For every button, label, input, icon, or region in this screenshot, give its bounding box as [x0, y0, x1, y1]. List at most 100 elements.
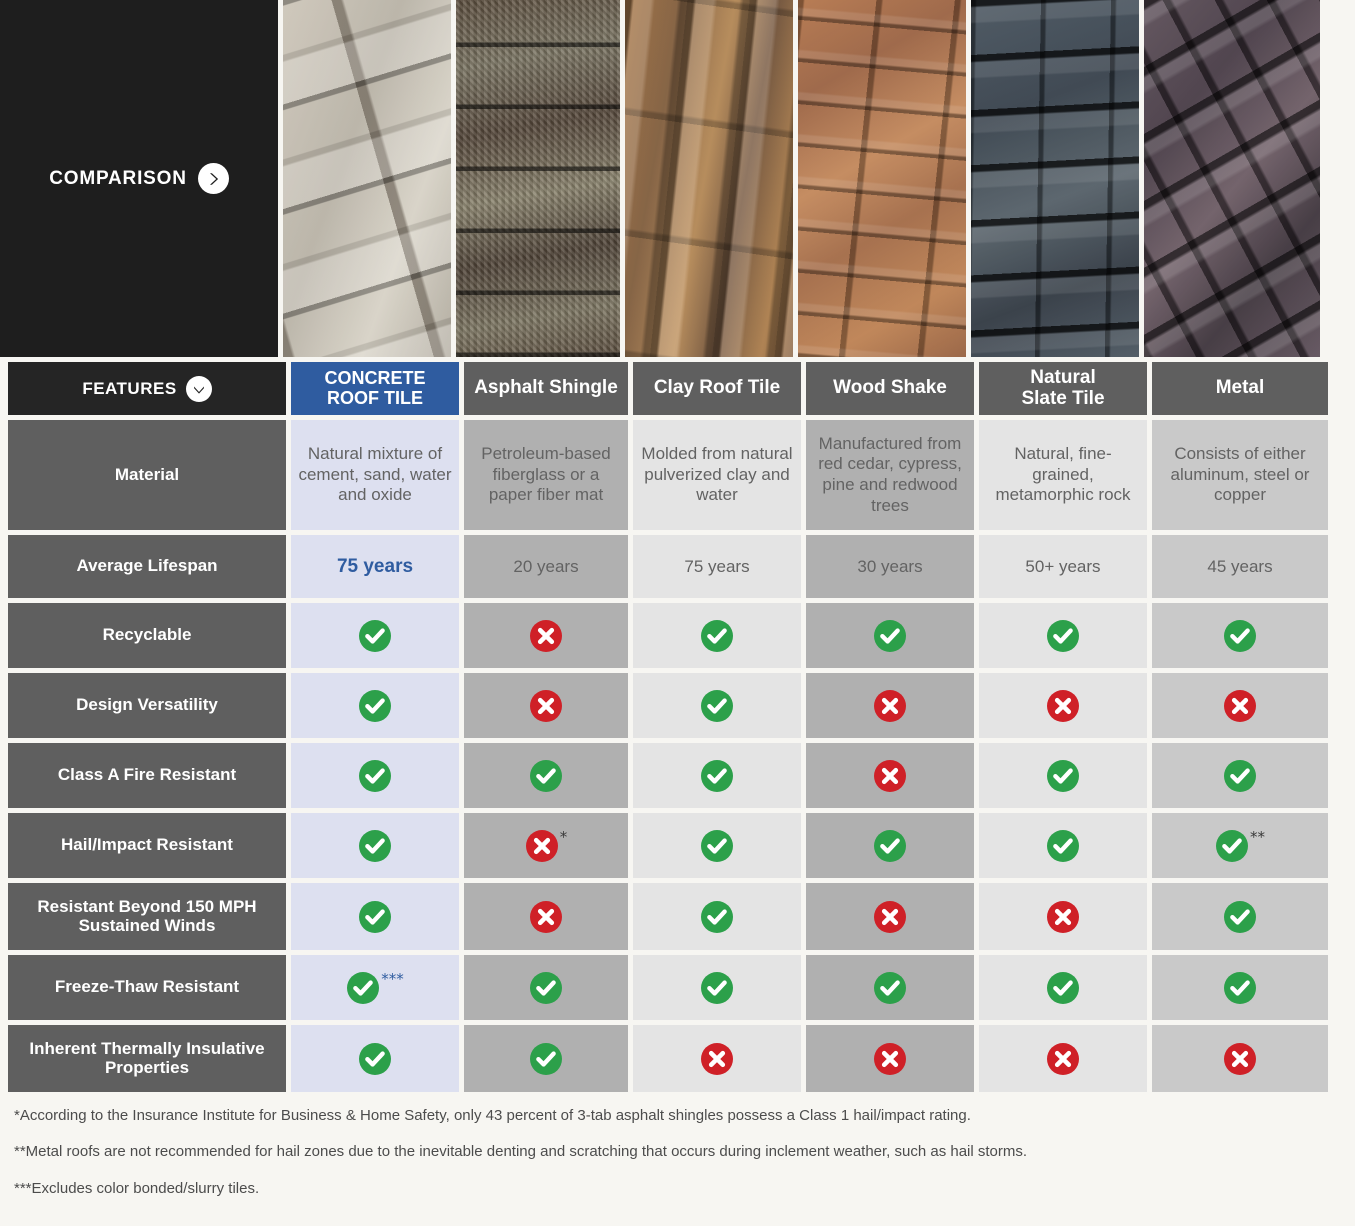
column-header-concrete-roof-tile[interactable]: CONCRETE ROOF TILE [291, 362, 459, 415]
cell-natural-slate-tile-yes [979, 603, 1147, 668]
table-row-hail-impact-resistant: Hail/Impact Resistant*** [0, 813, 1355, 878]
check-circle-icon [529, 1042, 563, 1076]
cell-clay-roof-tile-yes [633, 813, 801, 878]
cell-asphalt-shingle-no [464, 673, 628, 738]
check-circle-icon [1223, 759, 1257, 793]
check-circle-icon [873, 971, 907, 1005]
cell-lifespan-clay-roof-tile: 75 years [633, 535, 801, 598]
cell-asphalt-shingle-yes [464, 743, 628, 808]
table-row-resistant-beyond-150-mph-sustained-winds: Resistant Beyond 150 MPH Sustained Winds [0, 883, 1355, 950]
footnote-3: ***Excludes color bonded/slurry tiles. [14, 1179, 1334, 1199]
check-circle-icon [1223, 900, 1257, 934]
cell-concrete-roof-tile-yes: *** [291, 955, 459, 1020]
check-circle-icon [700, 829, 734, 863]
cross-circle-icon [1223, 1042, 1257, 1076]
cell-lifespan-concrete-roof-tile: 75 years [291, 535, 459, 598]
table-row-design-versatility: Design Versatility [0, 673, 1355, 738]
cell-metal-yes [1152, 743, 1328, 808]
row-label-material: Material [8, 420, 286, 530]
cell-material-concrete-roof-tile: Natural mixture of cement, sand, water a… [291, 420, 459, 530]
cell-metal-no [1152, 673, 1328, 738]
wood-shake-photo [798, 0, 966, 357]
cell-asphalt-shingle-no [464, 603, 628, 668]
footnotes: *According to the Insurance Institute fo… [14, 1106, 1334, 1215]
footnote-marker: *** [381, 972, 404, 987]
column-header-asphalt-shingle[interactable]: Asphalt Shingle [464, 362, 628, 415]
cell-metal-yes [1152, 955, 1328, 1020]
check-circle-icon [700, 619, 734, 653]
cell-asphalt-shingle-yes [464, 1025, 628, 1092]
cell-clay-roof-tile-no [633, 1025, 801, 1092]
column-header-wood-shake[interactable]: Wood Shake [806, 362, 974, 415]
cell-metal-no [1152, 1025, 1328, 1092]
check-circle-icon [358, 1042, 392, 1076]
check-circle-icon [358, 759, 392, 793]
cell-concrete-roof-tile-yes [291, 673, 459, 738]
footnote-marker: ** [1250, 830, 1265, 845]
cell-natural-slate-tile-yes [979, 813, 1147, 878]
cell-lifespan-metal: 45 years [1152, 535, 1328, 598]
check-circle-icon [1046, 829, 1080, 863]
check-circle-icon [1223, 971, 1257, 1005]
cell-asphalt-shingle-no: * [464, 813, 628, 878]
footnote-marker: * [560, 830, 568, 845]
concrete-roof-tile-photo [283, 0, 451, 357]
chevron-right-circle-icon [198, 163, 229, 194]
column-header-line1: Metal [1216, 378, 1265, 398]
cell-wood-shake-no [806, 883, 974, 950]
features-header-cell[interactable]: FEATURES [8, 362, 286, 415]
cell-wood-shake-no [806, 1025, 974, 1092]
check-circle-icon [700, 759, 734, 793]
cross-circle-icon [873, 689, 907, 723]
table-row-freeze-thaw-resistant: Freeze-Thaw Resistant *** [0, 955, 1355, 1020]
check-circle-icon [358, 829, 392, 863]
cell-clay-roof-tile-yes [633, 743, 801, 808]
check-circle-icon [1046, 619, 1080, 653]
table-row-inherent-thermally-insulative-properties: Inherent Thermally Insulative Properties [0, 1025, 1355, 1092]
table-row-class-a-fire-resistant: Class A Fire Resistant [0, 743, 1355, 808]
cell-clay-roof-tile-yes [633, 603, 801, 668]
row-label-recyclable: Recyclable [8, 603, 286, 668]
cell-material-asphalt-shingle: Petroleum-based fiberglass or a paper fi… [464, 420, 628, 530]
cell-material-metal: Consists of either aluminum, steel or co… [1152, 420, 1328, 530]
cross-circle-icon [1223, 689, 1257, 723]
comparison-grid: FEATURES CONCRETE ROOF TILE Asphalt Shin… [0, 362, 1355, 1097]
column-header-natural-slate-tile[interactable]: Natural Slate Tile [979, 362, 1147, 415]
check-circle-icon [1046, 971, 1080, 1005]
check-circle-icon [358, 689, 392, 723]
cell-concrete-roof-tile-yes [291, 603, 459, 668]
check-circle-icon [700, 971, 734, 1005]
cell-metal-yes: ** [1152, 813, 1328, 878]
clay-roof-tile-photo [625, 0, 793, 357]
cell-clay-roof-tile-yes [633, 883, 801, 950]
check-circle-icon: ** [1215, 829, 1265, 863]
row-label-resistant-beyond-150-mph-sustained-winds: Resistant Beyond 150 MPH Sustained Winds [8, 883, 286, 950]
check-circle-icon [358, 619, 392, 653]
comparison-brand-cell: COMPARISON [0, 0, 278, 357]
column-header-line1: Clay Roof Tile [654, 378, 780, 398]
check-circle-icon [1046, 759, 1080, 793]
footnote-2: **Metal roofs are not recommended for ha… [14, 1142, 1334, 1162]
table-row-material: Material Natural mixture of cement, sand… [0, 420, 1355, 530]
check-circle-icon [529, 971, 563, 1005]
column-header-clay-roof-tile[interactable]: Clay Roof Tile [633, 362, 801, 415]
cell-lifespan-wood-shake: 30 years [806, 535, 974, 598]
cell-wood-shake-yes [806, 603, 974, 668]
cell-wood-shake-yes [806, 813, 974, 878]
check-circle-icon [700, 689, 734, 723]
row-label-freeze-thaw-resistant: Freeze-Thaw Resistant [8, 955, 286, 1020]
cell-wood-shake-no [806, 673, 974, 738]
column-header-line1: Asphalt Shingle [474, 378, 618, 398]
chevron-down-circle-icon[interactable] [186, 376, 212, 402]
cell-clay-roof-tile-yes [633, 673, 801, 738]
check-circle-icon: *** [346, 971, 404, 1005]
cross-circle-icon [700, 1042, 734, 1076]
row-label-average-lifespan: Average Lifespan [8, 535, 286, 598]
features-label: FEATURES [82, 379, 176, 399]
cell-metal-yes [1152, 603, 1328, 668]
table-row-average-lifespan: Average Lifespan 75 years 20 years 75 ye… [0, 535, 1355, 598]
column-header-metal[interactable]: Metal [1152, 362, 1328, 415]
cell-natural-slate-tile-yes [979, 955, 1147, 1020]
cross-circle-icon: * [525, 829, 568, 863]
cell-natural-slate-tile-yes [979, 743, 1147, 808]
